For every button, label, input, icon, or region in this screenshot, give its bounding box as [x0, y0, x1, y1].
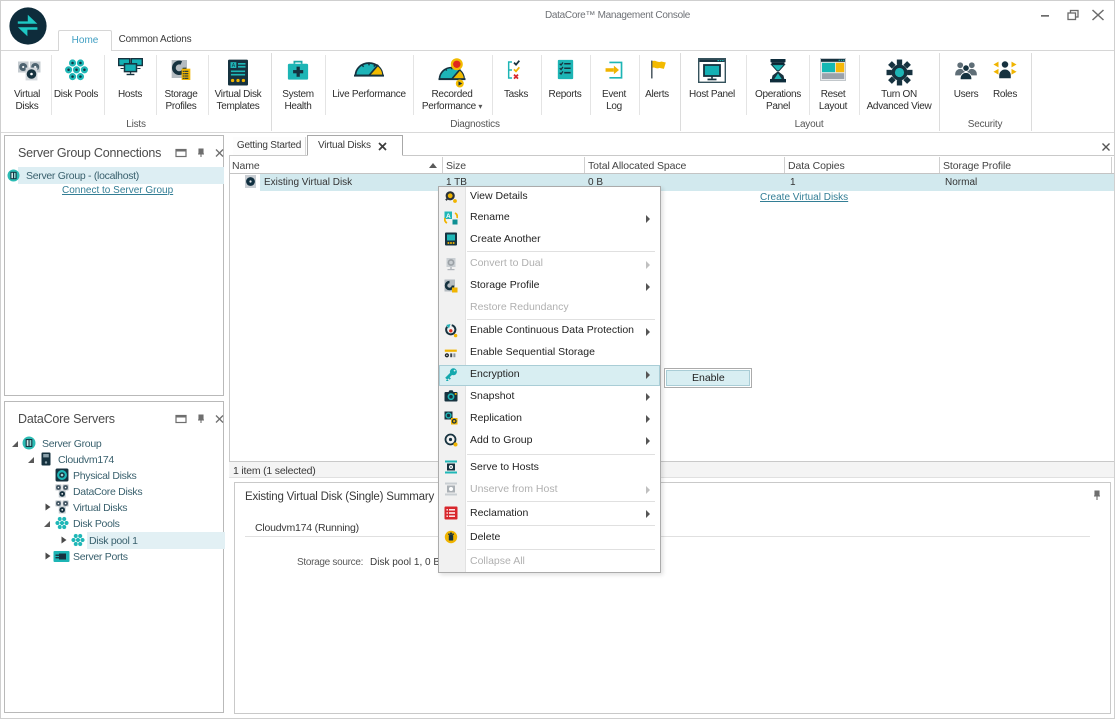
svg-text:A: A — [446, 213, 451, 220]
